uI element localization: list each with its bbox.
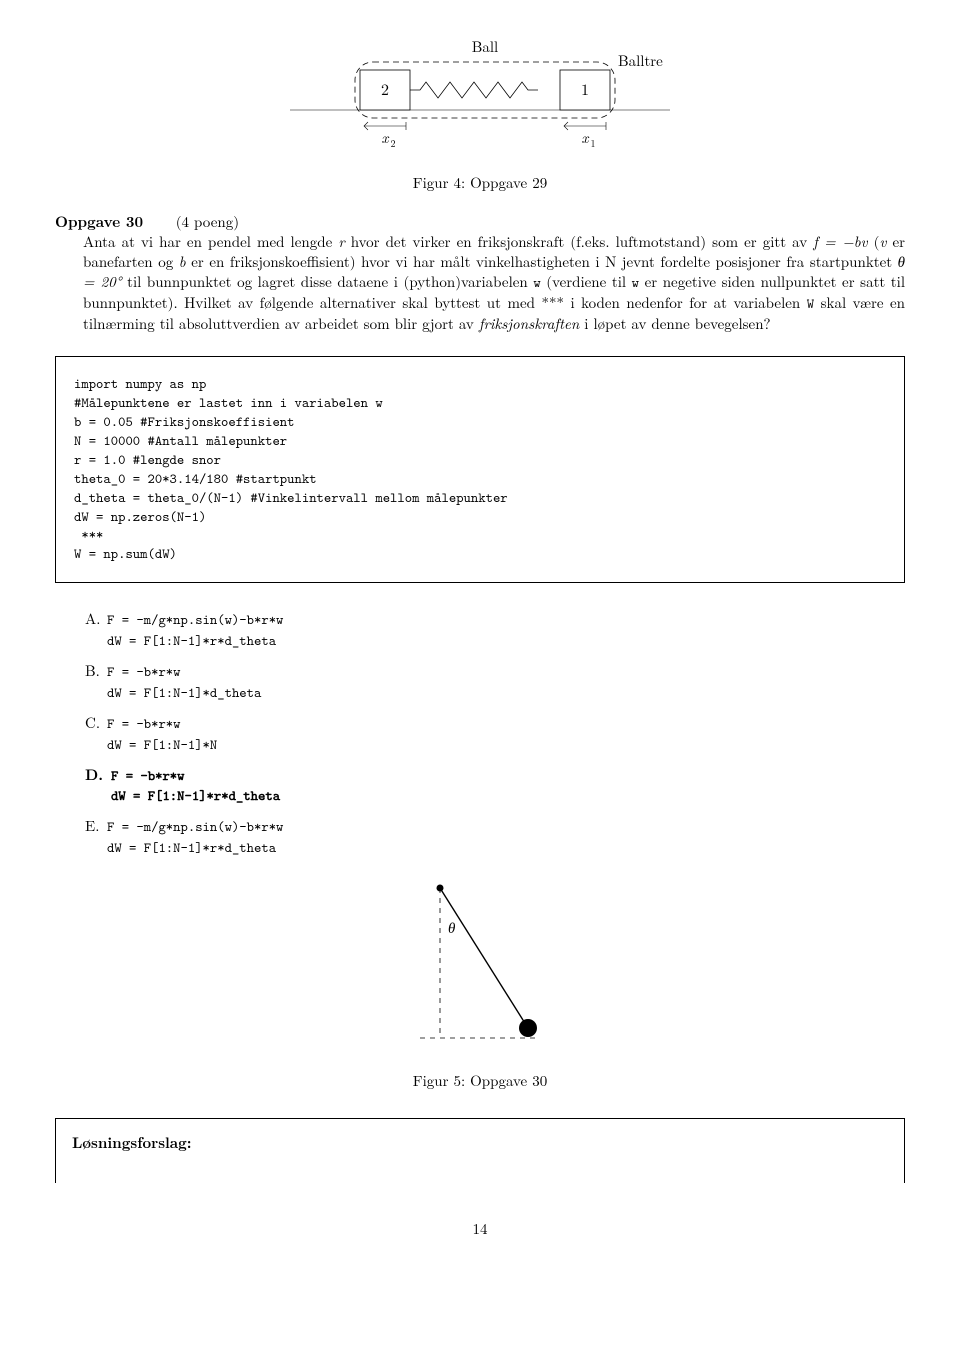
fig4-label-ball: Ball [472, 40, 498, 57]
page-number: 14 [55, 1219, 905, 1239]
option-c: C.F = -b*r*w dW = F[1:N-1]*N [85, 713, 905, 755]
figure-5-svg: θ [380, 868, 580, 1058]
problem-number: Oppgave 30 [55, 211, 143, 232]
problem-heading: Oppgave 30 (4 poeng) [55, 212, 905, 232]
option-a: A.F = -m/g*np.sin(w)-b*r*w dW = F[1:N-1]… [85, 609, 905, 651]
option-b: B.F = -b*r*w dW = F[1:N-1]*d_theta [85, 661, 905, 703]
figure-4-svg: 2 1 Ball Balltre x 2 x 1 [270, 40, 690, 160]
fig4-box-2: 2 [381, 77, 389, 100]
figure-5-caption: Figur 5: Oppgave 30 [55, 1071, 905, 1091]
options-list: A.F = -m/g*np.sin(w)-b*r*w dW = F[1:N-1]… [85, 609, 905, 858]
option-e: E.F = -m/g*np.sin(w)-b*r*w dW = F[1:N-1]… [85, 816, 905, 858]
fig4-label-balltre: Balltre [618, 50, 663, 71]
figure-5: θ Figur 5: Oppgave 30 [55, 868, 905, 1092]
fig4-box-1: 1 [581, 77, 589, 100]
figure-4-caption: Figur 4: Oppgave 29 [55, 173, 905, 193]
svg-text:x: x [382, 127, 390, 148]
problem-text: Anta at vi har en pendel med lengde r hv… [83, 232, 905, 335]
solution-box: Løsningsforslag: [55, 1118, 905, 1183]
svg-text:x: x [582, 127, 590, 148]
svg-text:θ: θ [448, 917, 456, 938]
option-d: D.F = -b*r*w dW = F[1:N-1]*r*d_theta [85, 765, 905, 807]
svg-text:1: 1 [591, 136, 596, 150]
figure-4: 2 1 Ball Balltre x 2 x 1 Figur 4: Oppgav… [55, 40, 905, 194]
svg-text:2: 2 [391, 136, 396, 150]
problem-points: (4 poeng) [176, 211, 239, 232]
code-block: import numpy as np #Målepunktene er last… [55, 356, 905, 583]
solution-label: Løsningsforslag: [72, 1132, 192, 1153]
